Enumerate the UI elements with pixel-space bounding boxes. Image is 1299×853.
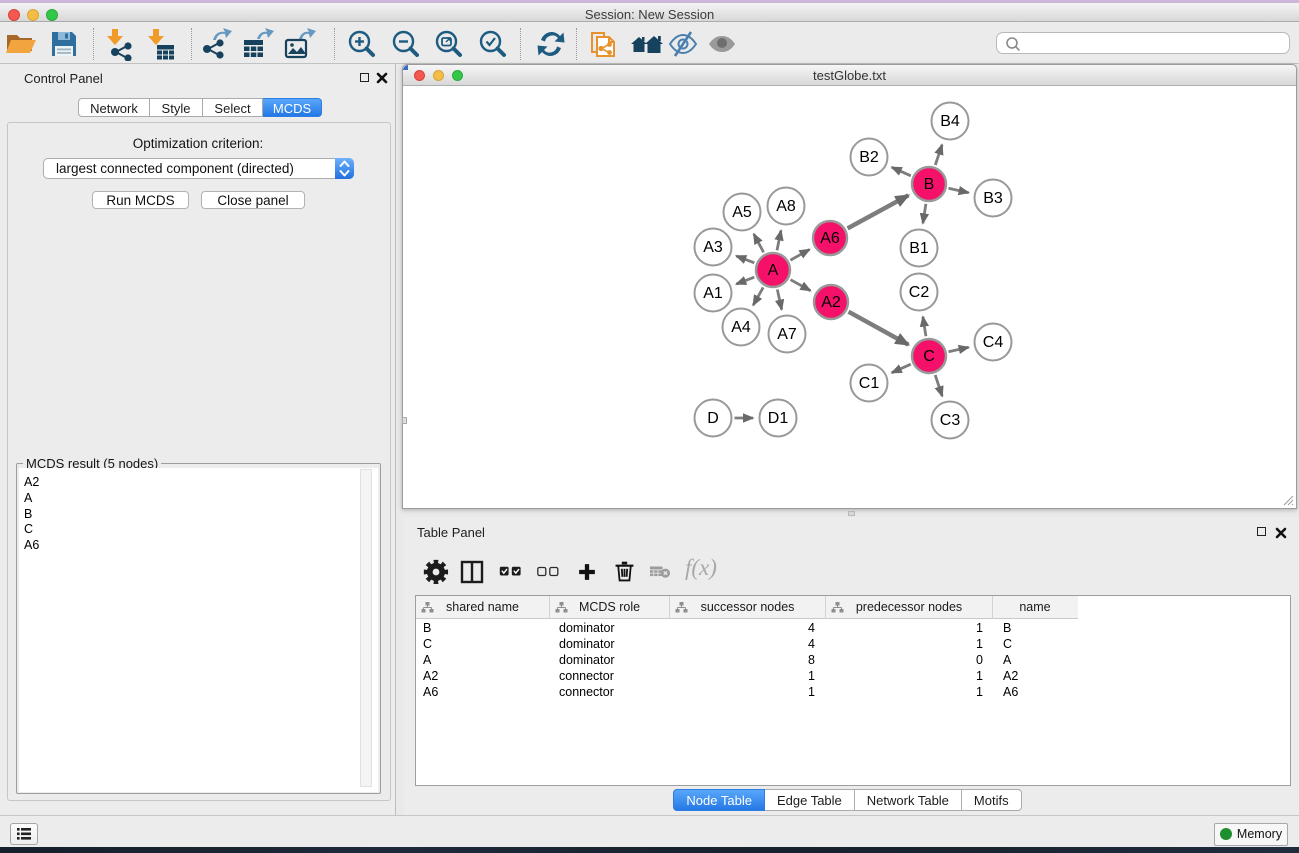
svg-text:C1: C1 [859, 375, 880, 392]
svg-text:A5: A5 [732, 204, 752, 221]
svg-text:C4: C4 [983, 334, 1004, 351]
svg-text:C: C [923, 348, 935, 365]
svg-text:B1: B1 [909, 240, 929, 257]
svg-text:A8: A8 [776, 198, 796, 215]
svg-text:A1: A1 [703, 285, 723, 302]
svg-text:C2: C2 [909, 284, 930, 301]
svg-text:B2: B2 [859, 149, 879, 166]
svg-text:B3: B3 [983, 190, 1003, 207]
svg-text:A2: A2 [821, 294, 841, 311]
svg-text:A7: A7 [777, 326, 797, 343]
svg-text:A: A [768, 262, 779, 279]
svg-text:A4: A4 [731, 319, 751, 336]
svg-text:D: D [707, 410, 719, 427]
svg-text:C3: C3 [940, 412, 961, 429]
svg-text:A6: A6 [820, 230, 840, 247]
svg-text:B4: B4 [940, 113, 960, 130]
svg-text:A3: A3 [703, 239, 723, 256]
svg-text:B: B [924, 176, 935, 193]
svg-text:D1: D1 [768, 410, 789, 427]
